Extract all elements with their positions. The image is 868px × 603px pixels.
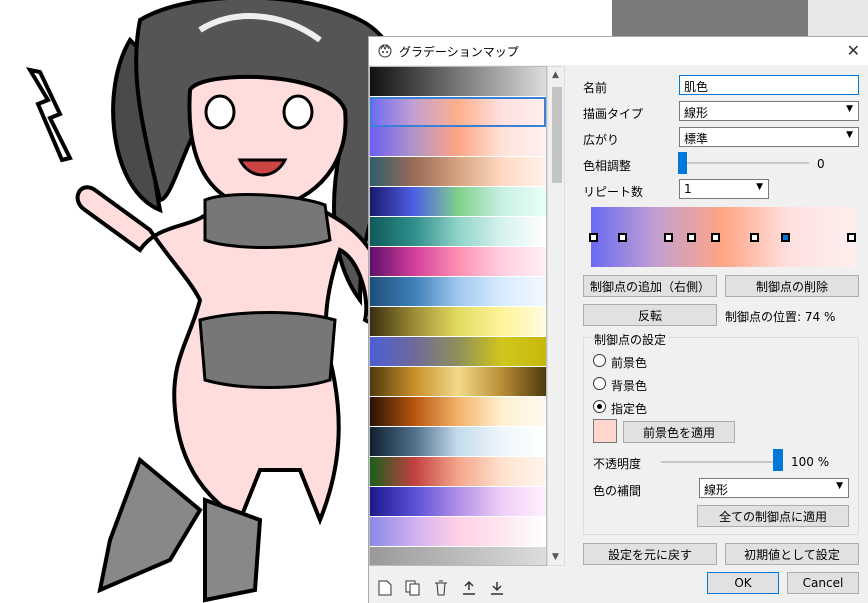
- gradient-preset-5[interactable]: [370, 217, 546, 247]
- opacity-slider-track[interactable]: [661, 461, 779, 463]
- control-point[interactable]: [687, 233, 696, 242]
- gradient-list[interactable]: [369, 66, 547, 566]
- draw-type-value: 線形: [684, 106, 709, 120]
- gradient-preset-1[interactable]: [370, 97, 546, 127]
- gradient-editor-bar[interactable]: [591, 207, 855, 267]
- chevron-down-icon: ▼: [756, 182, 763, 192]
- reset-button[interactable]: 設定を元に戻す: [583, 543, 717, 565]
- repeat-value: 1: [684, 182, 692, 196]
- chevron-down-icon: ▼: [846, 104, 853, 114]
- control-point[interactable]: [618, 233, 627, 242]
- import-icon[interactable]: [459, 578, 479, 598]
- chevron-down-icon: ▼: [846, 130, 853, 140]
- radio-background[interactable]: [593, 377, 606, 390]
- radio-custom-color-label: 指定色: [611, 402, 648, 416]
- apply-all-button[interactable]: 全ての制御点に適用: [697, 505, 849, 527]
- control-point[interactable]: [664, 233, 673, 242]
- draw-type-select[interactable]: 線形 ▼: [679, 101, 859, 121]
- gradient-list-scrollbar[interactable]: ▲ ▼: [547, 66, 565, 566]
- gradient-preset-2[interactable]: [370, 127, 546, 157]
- spread-label: 広がり: [583, 133, 620, 147]
- delete-icon[interactable]: [431, 578, 451, 598]
- reverse-button[interactable]: 反転: [583, 304, 717, 326]
- repeat-select[interactable]: 1 ▼: [679, 179, 769, 199]
- name-label: 名前: [583, 81, 608, 95]
- control-point-selected[interactable]: [781, 233, 790, 242]
- control-point[interactable]: [750, 233, 759, 242]
- app-icon: [378, 43, 392, 58]
- radio-foreground-label: 前景色: [611, 356, 648, 370]
- interp-label: 色の補間: [593, 484, 642, 498]
- gradient-preset-3[interactable]: [370, 157, 546, 187]
- point-settings-title: 制御点の設定: [591, 331, 670, 348]
- background-window-strip: [612, 0, 868, 36]
- gradient-preset-7[interactable]: [370, 277, 546, 307]
- interp-select[interactable]: 線形 ▼: [699, 478, 849, 498]
- gradient-preset-4[interactable]: [370, 187, 546, 217]
- delete-point-button[interactable]: 制御点の削除: [725, 275, 859, 297]
- radio-custom-color[interactable]: [593, 400, 606, 413]
- point-position-label: 制御点の位置: 74 %: [725, 310, 836, 324]
- control-point[interactable]: [589, 233, 598, 242]
- hue-slider-thumb[interactable]: [678, 152, 687, 174]
- scrollbar-thumb[interactable]: [552, 87, 562, 183]
- cancel-button[interactable]: Cancel: [787, 572, 859, 594]
- scroll-up-icon[interactable]: ▲: [552, 70, 559, 80]
- new-icon[interactable]: [375, 578, 395, 598]
- gradient-preset-11[interactable]: [370, 397, 546, 427]
- opacity-slider-thumb[interactable]: [773, 449, 783, 471]
- interp-value: 線形: [704, 483, 729, 497]
- gradient-map-dialog: グラデーションマップ ✕ ▲ ▼ 名前 肌色 描画タイプ 線形 ▼ 広がり 標準 ▼…: [368, 36, 868, 603]
- spread-select[interactable]: 標準 ▼: [679, 127, 859, 147]
- draw-type-label: 描画タイプ: [583, 107, 644, 121]
- gradient-list-toolbar: [369, 573, 569, 603]
- opacity-label: 不透明度: [593, 457, 642, 471]
- gradient-preset-14[interactable]: [370, 487, 546, 517]
- apply-foreground-button[interactable]: 前景色を適用: [623, 421, 735, 443]
- ok-button[interactable]: OK: [707, 572, 779, 594]
- opacity-value: 100 %: [791, 455, 830, 469]
- hue-value: 0: [817, 157, 825, 171]
- scroll-down-icon[interactable]: ▼: [552, 552, 559, 562]
- control-point[interactable]: [847, 233, 856, 242]
- dialog-title: グラデーションマップ: [399, 44, 519, 59]
- radio-foreground[interactable]: [593, 354, 606, 367]
- gradient-preset-12[interactable]: [370, 427, 546, 457]
- duplicate-icon[interactable]: [403, 578, 423, 598]
- gradient-preset-8[interactable]: [370, 307, 546, 337]
- gradient-preset-16[interactable]: [370, 547, 546, 565]
- add-point-button[interactable]: 制御点の追加（右側）: [583, 275, 717, 297]
- export-icon[interactable]: [487, 578, 507, 598]
- hue-slider-track[interactable]: [681, 162, 809, 164]
- hue-label: 色相調整: [583, 159, 632, 173]
- gradient-preset-6[interactable]: [370, 247, 546, 277]
- gradient-preset-13[interactable]: [370, 457, 546, 487]
- background-window-edge: [808, 0, 868, 36]
- radio-background-label: 背景色: [611, 379, 648, 393]
- custom-color-swatch[interactable]: [593, 419, 617, 443]
- spread-value: 標準: [684, 132, 709, 146]
- gradient-preset-0[interactable]: [370, 67, 546, 97]
- repeat-label: リピート数: [583, 185, 644, 199]
- dialog-titlebar[interactable]: グラデーションマップ ✕: [369, 37, 868, 65]
- gradient-preset-9[interactable]: [370, 337, 546, 367]
- chevron-down-icon: ▼: [836, 481, 843, 491]
- gradient-preset-10[interactable]: [370, 367, 546, 397]
- close-icon[interactable]: ✕: [847, 41, 860, 60]
- set-default-button[interactable]: 初期値として設定: [725, 543, 859, 565]
- name-field[interactable]: 肌色: [679, 75, 859, 95]
- control-point[interactable]: [711, 233, 720, 242]
- gradient-preset-15[interactable]: [370, 517, 546, 547]
